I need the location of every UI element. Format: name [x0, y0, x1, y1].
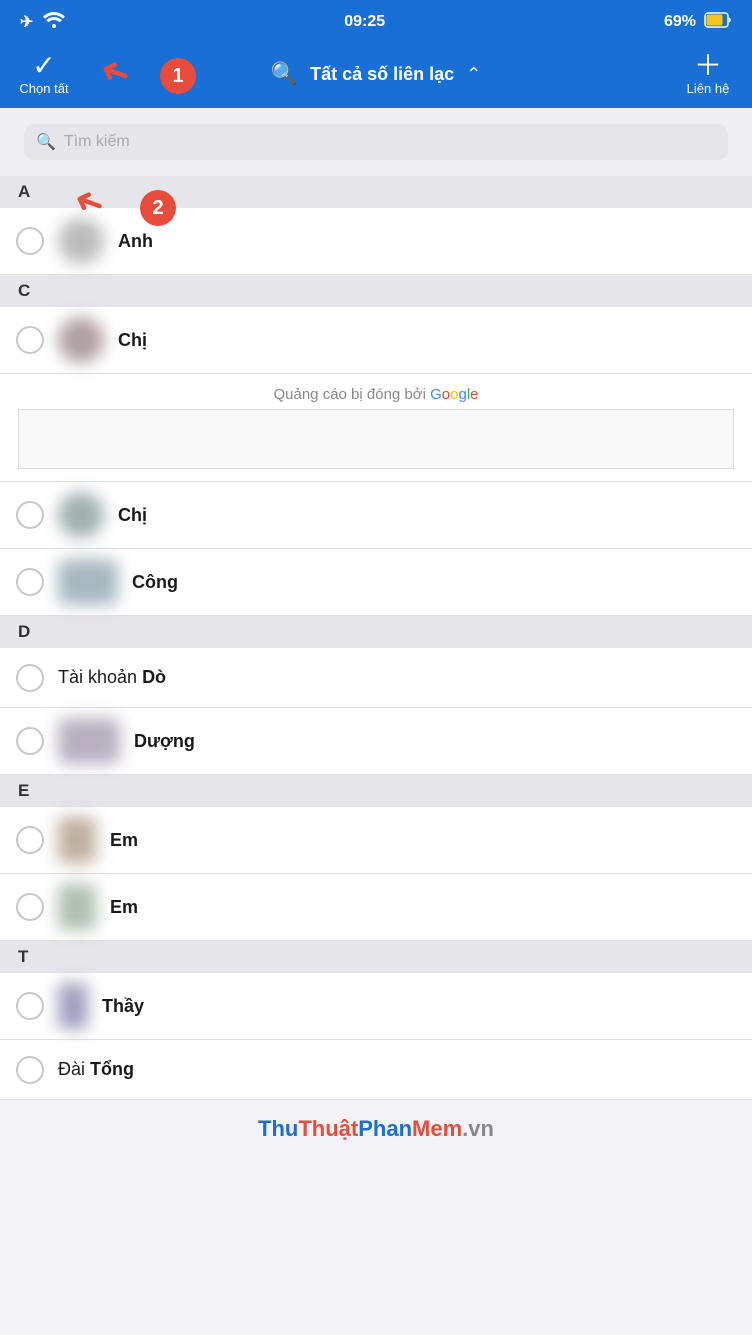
- contact-name-duong: Dượng: [134, 731, 195, 752]
- contact-name-chi-2: Chị: [118, 505, 147, 526]
- section-header-d: D: [0, 616, 752, 648]
- contact-row-chi-1[interactable]: C Chị: [0, 307, 752, 374]
- contact-row-do[interactable]: Tài khoản Dò: [0, 648, 752, 708]
- contact-row-thay[interactable]: T Thầy: [0, 973, 752, 1040]
- section-header-c: C: [0, 275, 752, 307]
- contact-name-anh: Anh: [118, 231, 153, 252]
- search-bar[interactable]: 🔍 Tìm kiếm: [24, 124, 728, 160]
- contact-radio-anh[interactable]: [16, 227, 44, 255]
- avatar-thay: T: [58, 983, 88, 1029]
- contact-radio-duong[interactable]: [16, 727, 44, 755]
- contact-row-anh[interactable]: A Anh: [0, 208, 752, 275]
- watermark-vn: .vn: [462, 1116, 494, 1141]
- battery-icon: [704, 12, 732, 33]
- select-all-label: Chọn tất: [19, 81, 68, 96]
- battery-percent: 69%: [664, 13, 696, 31]
- contact-row-tong[interactable]: Đài Tổng: [0, 1040, 752, 1100]
- section-t: T T Thầy Đài Tổng: [0, 941, 752, 1100]
- nav-title: Tất cả số liên lạc: [310, 64, 454, 85]
- contact-name-thay: Thầy: [102, 996, 144, 1017]
- section-header-e: E: [0, 775, 752, 807]
- contact-radio-do[interactable]: [16, 664, 44, 692]
- wifi-icon: [43, 12, 65, 33]
- plus-icon: ＋: [694, 52, 722, 80]
- ad-text: Quảng cáo bị đóng bởi Google: [18, 386, 734, 403]
- avatar-em-2: E: [58, 884, 96, 930]
- section-header-a: A: [0, 176, 752, 208]
- contact-radio-tong[interactable]: [16, 1056, 44, 1084]
- contact-radio-chi-2[interactable]: [16, 501, 44, 529]
- contact-row-em-2[interactable]: E Em: [0, 874, 752, 941]
- avatar-cong: C: [58, 559, 118, 605]
- section-header-t: T: [0, 941, 752, 973]
- contact-name-do: Tài khoản Dò: [58, 667, 166, 688]
- watermark-thuat: Thuật: [298, 1116, 358, 1141]
- watermark-thu: Thu: [258, 1116, 298, 1141]
- contact-name-em-1: Em: [110, 830, 138, 851]
- annotation-2: 2: [140, 190, 176, 226]
- contact-name-tong: Đài Tổng: [58, 1059, 134, 1080]
- contact-row-chi-2[interactable]: C Chị: [0, 482, 752, 549]
- ad-google: Google: [430, 386, 478, 403]
- avatar-duong: D: [58, 718, 120, 764]
- section-e: E E Em E Em: [0, 775, 752, 941]
- add-label: Liên hệ: [687, 81, 730, 96]
- airplane-icon: ✈: [20, 12, 33, 32]
- avatar-chi-1: C: [58, 317, 104, 363]
- status-left: ✈: [20, 12, 65, 33]
- contact-name-cong: Công: [132, 572, 178, 593]
- contact-name-chi-1: Chị: [118, 330, 147, 351]
- select-all-button[interactable]: ✓ Chọn tất: [14, 52, 74, 96]
- contact-radio-chi-1[interactable]: [16, 326, 44, 354]
- status-right: 69%: [664, 12, 732, 33]
- section-d: D Tài khoản Dò D Dượng: [0, 616, 752, 775]
- annotation-1: 1: [160, 58, 196, 94]
- contact-radio-cong[interactable]: [16, 568, 44, 596]
- avatar-em-1: E: [58, 817, 96, 863]
- contact-radio-em-1[interactable]: [16, 826, 44, 854]
- ad-box: [18, 409, 734, 469]
- status-bar: ✈ 09:25 69%: [0, 0, 752, 44]
- contact-row-duong[interactable]: D Dượng: [0, 708, 752, 775]
- add-contact-button[interactable]: ＋ Liên hệ: [678, 52, 738, 96]
- watermark: ThuThuậtPhanMem.vn: [0, 1100, 752, 1150]
- search-icon: 🔍: [36, 132, 56, 152]
- contact-name-em-2: Em: [110, 897, 138, 918]
- chevron-up-icon[interactable]: ⌃: [466, 64, 481, 85]
- contact-row-cong[interactable]: C Công: [0, 549, 752, 616]
- search-input[interactable]: Tìm kiếm: [64, 133, 130, 151]
- contact-radio-thay[interactable]: [16, 992, 44, 1020]
- watermark-mem: Mem: [412, 1116, 462, 1141]
- contact-radio-em-2[interactable]: [16, 893, 44, 921]
- avatar-chi-2: C: [58, 492, 104, 538]
- search-nav-icon[interactable]: 🔍: [271, 61, 298, 87]
- checkmark-icon: ✓: [32, 52, 55, 80]
- ad-banner: Quảng cáo bị đóng bởi Google: [0, 374, 752, 482]
- section-a: A 2 ➜ A Anh: [0, 176, 752, 275]
- time: 09:25: [344, 13, 385, 31]
- watermark-phan: Phan: [358, 1116, 412, 1141]
- contact-row-em-1[interactable]: E Em: [0, 807, 752, 874]
- search-bar-container: 🔍 Tìm kiếm: [0, 108, 752, 176]
- section-c: C C Chị Quảng cáo bị đóng bởi Google C C…: [0, 275, 752, 616]
